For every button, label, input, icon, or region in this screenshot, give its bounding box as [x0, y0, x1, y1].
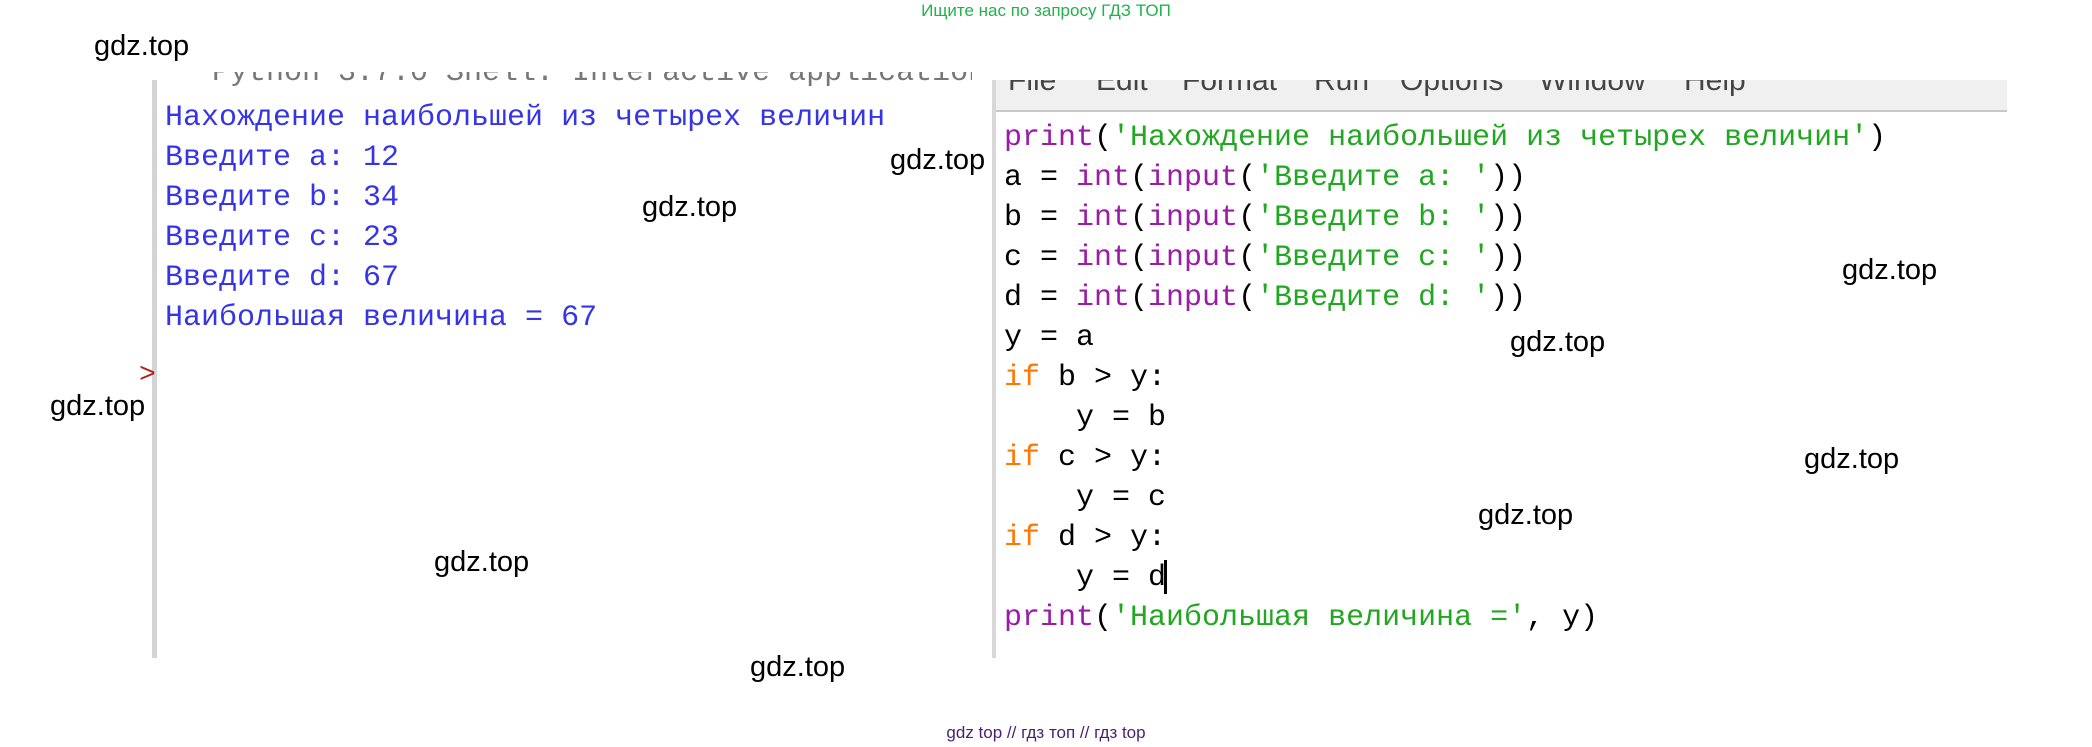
- builtin-print: print: [1004, 601, 1095, 635]
- code-line: if b > y:: [1004, 358, 1886, 398]
- code-area[interactable]: print('Нахождение наибольшей из четырех …: [1004, 118, 1886, 638]
- builtin-input: input: [1148, 241, 1239, 275]
- menu-edit[interactable]: Edit: [1096, 80, 1148, 96]
- shell-title-bar: Python 3.7.0 Shell: Interactive applicat…: [212, 72, 972, 90]
- menu-format[interactable]: Format: [1182, 80, 1277, 96]
- paren: (: [1094, 601, 1113, 635]
- shell-output-line: Введите c: 23: [165, 221, 400, 255]
- shell-output-line: Наибольшая величина = 67: [165, 301, 598, 335]
- string-literal: 'Введите c: ': [1256, 241, 1491, 275]
- watermark: gdz.top: [1510, 326, 1606, 358]
- builtin-input: input: [1148, 281, 1239, 315]
- paren: (: [1238, 241, 1257, 275]
- builtin-input: input: [1148, 161, 1239, 195]
- code-line: c = int(input('Введите c: ')): [1004, 238, 1886, 278]
- watermark: gdz.top: [1842, 254, 1938, 286]
- shell-output-line: Введите а: 12: [165, 141, 400, 175]
- keyword-if: if: [1004, 441, 1041, 475]
- code-line: b = int(input('Введите b: ')): [1004, 198, 1886, 238]
- text-cursor: [1164, 560, 1168, 595]
- code-line: if c > y:: [1004, 438, 1886, 478]
- paren: (: [1130, 161, 1149, 195]
- builtin-int: int: [1076, 201, 1131, 235]
- code-text: y = d: [1004, 561, 1167, 595]
- code-editor-window: File Edit Format Run Options Window Help…: [992, 80, 2007, 658]
- keyword-if: if: [1004, 361, 1041, 395]
- code-line: if d > y:: [1004, 518, 1886, 558]
- assignment: c =: [1004, 241, 1077, 275]
- menu-run[interactable]: Run: [1314, 80, 1369, 96]
- paren: (: [1130, 281, 1149, 315]
- string-literal: 'Наибольшая величина =': [1112, 601, 1527, 635]
- menu-window[interactable]: Window: [1539, 80, 1646, 96]
- assignment: a =: [1004, 161, 1077, 195]
- assignment: d =: [1004, 281, 1077, 315]
- paren: (: [1130, 241, 1149, 275]
- code-line: y = c: [1004, 481, 1167, 515]
- watermark: gdz.top: [50, 390, 146, 422]
- paren: )): [1490, 201, 1527, 235]
- assignment: b =: [1004, 201, 1077, 235]
- watermark: gdz.top: [1478, 499, 1574, 531]
- shell-title: Python 3.7.0 Shell: Interactive applicat…: [212, 72, 972, 90]
- builtin-int: int: [1076, 281, 1131, 315]
- shell-output-line: Введите b: 34: [165, 181, 400, 215]
- paren: (: [1238, 161, 1257, 195]
- paren: ): [1868, 121, 1887, 155]
- condition: c > y:: [1040, 441, 1167, 475]
- watermark: gdz.top: [94, 30, 190, 62]
- paren: (: [1238, 201, 1257, 235]
- code-line: d = int(input('Введите d: ')): [1004, 278, 1886, 318]
- menu-file[interactable]: File: [1008, 80, 1056, 96]
- string-literal: 'Введите d: ': [1256, 281, 1491, 315]
- watermark: gdz.top: [1804, 443, 1900, 475]
- code-text: , y): [1526, 601, 1599, 635]
- menu-options[interactable]: Options: [1400, 80, 1503, 96]
- builtin-input: input: [1148, 201, 1239, 235]
- editor-left-border: [992, 80, 996, 658]
- shell-output-line: Введите d: 67: [165, 261, 400, 295]
- keyword-if: if: [1004, 521, 1041, 555]
- paren: (: [1094, 121, 1113, 155]
- code-line: print('Нахождение наибольшей из четырех …: [1004, 118, 1886, 158]
- condition: b > y:: [1040, 361, 1167, 395]
- builtin-int: int: [1076, 241, 1131, 275]
- python-shell-window: Python 3.7.0 Shell: Interactive applicat…: [139, 72, 992, 658]
- footer-links: gdz top // гдз топ // гдз top: [946, 723, 1146, 742]
- code-line: y = b: [1004, 401, 1167, 435]
- menu-help[interactable]: Help: [1684, 80, 1746, 96]
- code-line: y = a: [1004, 321, 1095, 355]
- watermark: gdz.top: [750, 651, 846, 683]
- paren: )): [1490, 281, 1527, 315]
- code-line: y = d: [1004, 558, 1886, 598]
- builtin-print: print: [1004, 121, 1095, 155]
- shell-output[interactable]: Нахождение наибольшей из четырех величин…: [139, 98, 886, 391]
- code-line: print('Наибольшая величина =', y): [1004, 598, 1886, 638]
- shell-output-line: Нахождение наибольшей из четырех величин: [165, 101, 886, 135]
- paren: (: [1130, 201, 1149, 235]
- editor-menubar: File Edit Format Run Options Window Help: [996, 80, 2007, 112]
- code-line: a = int(input('Введите а: ')): [1004, 158, 1886, 198]
- paren: )): [1490, 241, 1527, 275]
- top-banner: Ищите нас по запросу ГДЗ ТОП: [921, 1, 1171, 20]
- paren: )): [1490, 161, 1527, 195]
- string-literal: 'Нахождение наибольшей из четырех величи…: [1112, 121, 1869, 155]
- string-literal: 'Введите а: ': [1256, 161, 1491, 195]
- string-literal: 'Введите b: ': [1256, 201, 1491, 235]
- condition: d > y:: [1040, 521, 1167, 555]
- watermark: gdz.top: [890, 144, 986, 176]
- paren: (: [1238, 281, 1257, 315]
- watermark: gdz.top: [642, 191, 738, 223]
- builtin-int: int: [1076, 161, 1131, 195]
- watermark: gdz.top: [434, 546, 530, 578]
